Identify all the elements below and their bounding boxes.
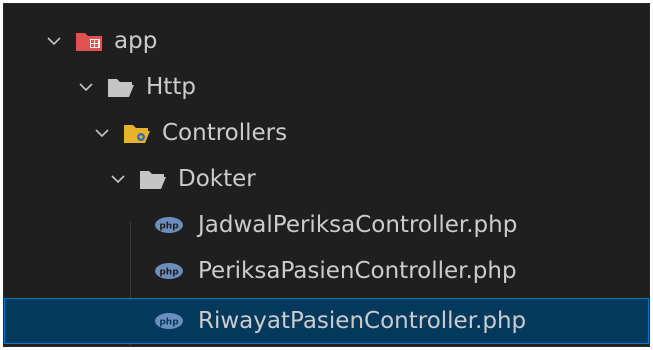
folder-open-icon (138, 167, 168, 191)
svg-text:php: php (159, 318, 179, 328)
chevron-down-icon[interactable] (42, 29, 66, 53)
tree-item-file[interactable]: php PeriksaPasienController.php (4, 248, 649, 294)
tree-item-http[interactable]: Http (4, 64, 649, 110)
tree-item-label: app (114, 28, 158, 54)
php-file-icon: php (154, 261, 184, 281)
svg-text:php: php (159, 222, 179, 232)
php-file-icon: php (154, 215, 184, 235)
controllers-folder-icon (122, 121, 152, 145)
tree-item-label: PeriksaPasienController.php (198, 258, 517, 284)
tree-item-label: JadwalPeriksaController.php (198, 212, 518, 238)
tree-item-label: Http (146, 74, 196, 100)
php-file-icon: php (154, 311, 184, 331)
chevron-down-icon[interactable] (90, 121, 114, 145)
tree-item-label: Dokter (178, 166, 256, 192)
tree-item-controllers[interactable]: Controllers (4, 110, 649, 156)
chevron-down-icon[interactable] (74, 75, 98, 99)
svg-text:php: php (159, 268, 179, 278)
chevron-down-icon[interactable] (106, 167, 130, 191)
app-folder-icon (74, 29, 104, 53)
tree-item-app[interactable]: app (4, 18, 649, 64)
tree-item-dokter[interactable]: Dokter (4, 156, 649, 202)
tree-item-label: RiwayatPasienController.php (198, 308, 527, 334)
folder-open-icon (106, 75, 136, 99)
tree-item-label: Controllers (162, 120, 288, 146)
file-explorer: app Http Controllers Dokter php JadwalPe… (3, 3, 650, 347)
tree-item-file-selected[interactable]: php RiwayatPasienController.php (4, 298, 649, 344)
tree-item-file[interactable]: php JadwalPeriksaController.php (4, 202, 649, 248)
